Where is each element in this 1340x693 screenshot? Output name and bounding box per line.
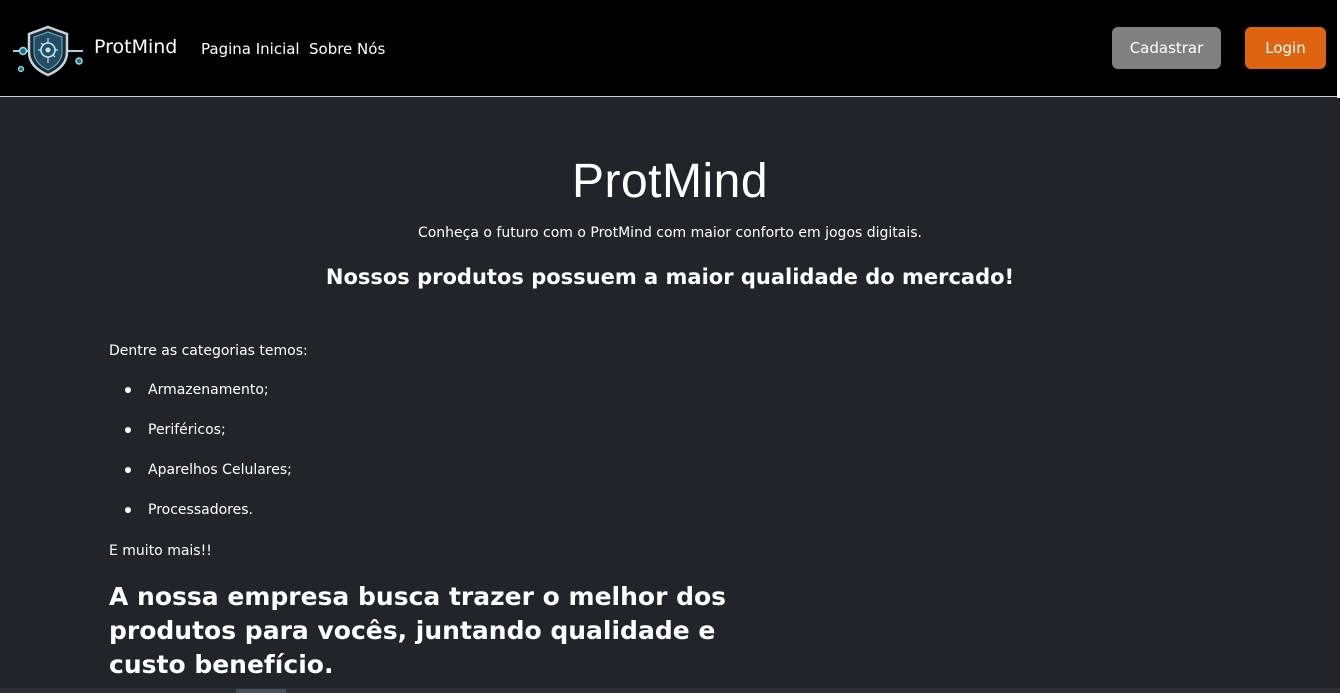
list-item: Armazenamento;: [109, 380, 292, 420]
category-label: Periféricos;: [148, 422, 226, 438]
bullet-icon: [125, 427, 131, 433]
hero-subtitle: Conheça o futuro com o ProtMind com maio…: [417, 225, 923, 241]
brand-name[interactable]: ProtMind: [94, 35, 177, 59]
list-item: Periféricos;: [109, 420, 292, 460]
list-item: Aparelhos Celulares;: [109, 460, 292, 500]
categories-intro: Dentre as categorias temos:: [109, 343, 308, 359]
cadastrar-button[interactable]: Cadastrar: [1112, 27, 1221, 69]
hero-highlight: Nossos produtos possuem a maior qualidad…: [325, 265, 1015, 289]
nav-link-home[interactable]: Pagina Inicial: [201, 39, 300, 59]
categories-list: Armazenamento; Periféricos; Aparelhos Ce…: [109, 380, 292, 540]
bullet-icon: [125, 507, 131, 513]
more-text: E muito mais!!: [109, 543, 212, 559]
scrollbar-thumb[interactable]: [236, 689, 286, 693]
protmind-logo-icon[interactable]: [11, 25, 85, 77]
category-label: Armazenamento;: [148, 382, 269, 398]
nav-link-about[interactable]: Sobre Nós: [309, 39, 385, 59]
category-label: Aparelhos Celulares;: [148, 462, 292, 478]
horizontal-scrollbar[interactable]: [0, 688, 1340, 693]
category-label: Processadores.: [148, 502, 253, 518]
list-item: Processadores.: [109, 500, 292, 540]
mission-heading: A nossa empresa busca trazer o melhor do…: [109, 582, 727, 679]
bullet-icon: [125, 387, 131, 393]
hero-title: ProtMind: [571, 155, 769, 208]
navbar: ProtMind Pagina Inicial Sobre Nós Cadast…: [0, 0, 1340, 97]
bullet-icon: [125, 467, 131, 473]
login-button[interactable]: Login: [1245, 27, 1326, 69]
